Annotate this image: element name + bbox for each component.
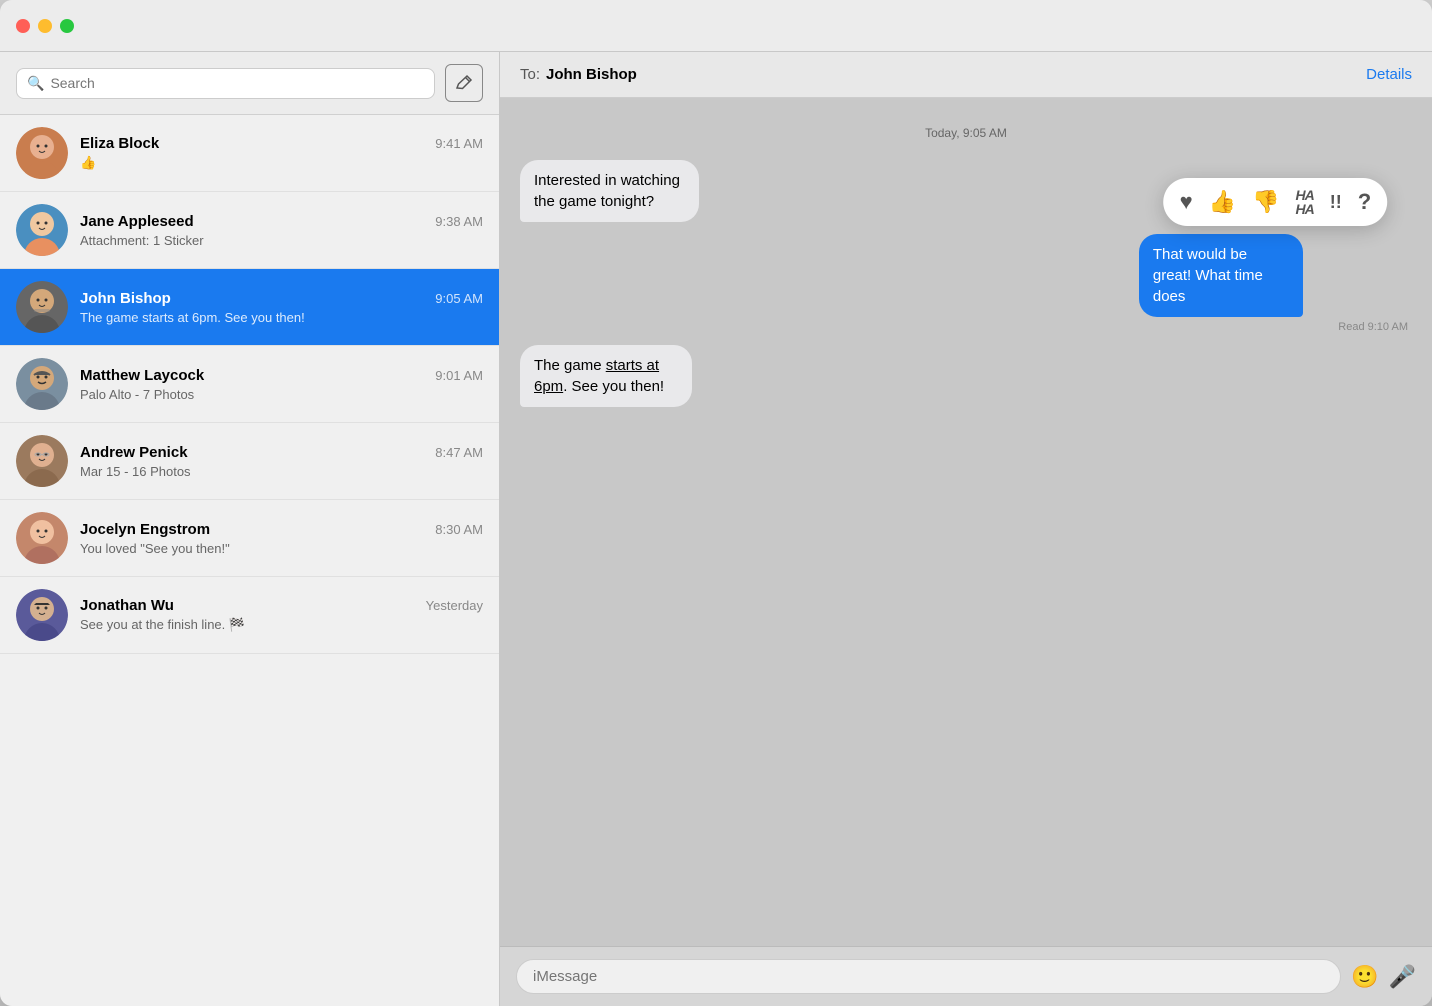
conversation-time: 9:38 AM <box>435 214 483 229</box>
chat-messages: Today, 9:05 AM Interested in watching the… <box>500 98 1432 946</box>
bubble-wrapper: The game starts at 6pm. See you then! <box>520 345 807 407</box>
conversation-preview: See you at the finish line. 🏁 <box>80 617 483 633</box>
chat-input-area: 🙂 🎤 <box>500 946 1432 1006</box>
conversation-preview: Attachment: 1 Sticker <box>80 233 483 248</box>
avatar-john-bishop <box>16 281 68 333</box>
conversation-item-eliza-block[interactable]: Eliza Block 9:41 AM 👍 <box>0 115 499 192</box>
conversation-info-eliza-block: Eliza Block 9:41 AM 👍 <box>80 135 483 171</box>
compose-icon <box>455 74 473 92</box>
microphone-icon[interactable]: 🎤 <box>1389 964 1416 990</box>
recipient-name: John Bishop <box>546 66 637 83</box>
bubble-wrapper: Interested in watching the game tonight? <box>520 160 818 222</box>
conversation-info-john-bishop: John Bishop 9:05 AM The game starts at 6… <box>80 290 483 325</box>
tapback-thumbs-down[interactable]: 👎 <box>1252 189 1279 215</box>
tapback-exclaim[interactable]: !! <box>1330 192 1342 213</box>
avatar-jocelyn-engstrom <box>16 512 68 564</box>
message-bubble-msg2[interactable]: That would be great! What time does <box>1139 234 1303 317</box>
tapback-heart[interactable]: ♥ <box>1180 189 1193 215</box>
avatar-eliza-block <box>16 127 68 179</box>
message-bubble-msg3[interactable]: The game starts at 6pm. See you then! <box>520 345 692 407</box>
tapback-question[interactable]: ? <box>1358 189 1371 215</box>
avatar-matthew-laycock <box>16 358 68 410</box>
conversation-top: John Bishop 9:05 AM <box>80 290 483 307</box>
search-icon: 🔍 <box>27 75 44 92</box>
conversation-top: Jane Appleseed 9:38 AM <box>80 213 483 230</box>
chat-area: To: John Bishop Details Today, 9:05 AM In… <box>500 52 1432 1006</box>
sidebar-header: 🔍 <box>0 52 499 115</box>
conversation-item-andrew-penick[interactable]: Andrew Penick 8:47 AM Mar 15 - 16 Photos <box>0 423 499 500</box>
message-bubble-msg1[interactable]: Interested in watching the game tonight? <box>520 160 699 222</box>
close-button[interactable] <box>16 19 30 33</box>
conversation-top: Eliza Block 9:41 AM <box>80 135 483 152</box>
conversation-time: 9:01 AM <box>435 368 483 383</box>
conversation-info-matthew-laycock: Matthew Laycock 9:01 AM Palo Alto - 7 Ph… <box>80 367 483 402</box>
conversation-list: Eliza Block 9:41 AM 👍 Jane Appleseed 9:3… <box>0 115 499 1006</box>
chat-header: To: John Bishop Details <box>500 52 1432 98</box>
conversation-top: Jocelyn Engstrom 8:30 AM <box>80 521 483 538</box>
avatar-andrew-penick <box>16 435 68 487</box>
tapback-popup: ♥ 👍 👎 HAHA!!? <box>1164 178 1388 226</box>
conversation-top: Jonathan Wu Yesterday <box>80 597 483 614</box>
conversation-info-jane-appleseed: Jane Appleseed 9:38 AM Attachment: 1 Sti… <box>80 213 483 248</box>
message-status-msg2: Read 9:10 AM <box>1338 321 1408 333</box>
conversation-item-john-bishop[interactable]: John Bishop 9:05 AM The game starts at 6… <box>0 269 499 346</box>
avatar-jonathan-wu <box>16 589 68 641</box>
conversation-info-jocelyn-engstrom: Jocelyn Engstrom 8:30 AM You loved "See … <box>80 521 483 556</box>
tapback-thumbs-up[interactable]: 👍 <box>1209 189 1236 215</box>
minimize-button[interactable] <box>38 19 52 33</box>
conversation-preview: Palo Alto - 7 Photos <box>80 387 483 402</box>
maximize-button[interactable] <box>60 19 74 33</box>
conversation-name: John Bishop <box>80 290 171 307</box>
message-row-msg2: ♥👍👎HAHA!!?That would be great! What time… <box>520 234 1412 333</box>
conversation-info-andrew-penick: Andrew Penick 8:47 AM Mar 15 - 16 Photos <box>80 444 483 479</box>
conversation-time: 8:30 AM <box>435 522 483 537</box>
sidebar: 🔍 Eliza Bloc <box>0 52 500 1006</box>
conversation-name: Andrew Penick <box>80 444 188 461</box>
conversation-time: Yesterday <box>426 598 483 613</box>
conversation-preview: You loved "See you then!" <box>80 541 483 556</box>
conversation-item-jonathan-wu[interactable]: Jonathan Wu Yesterday See you at the fin… <box>0 577 499 654</box>
conversation-name: Jane Appleseed <box>80 213 194 230</box>
conversation-item-jane-appleseed[interactable]: Jane Appleseed 9:38 AM Attachment: 1 Sti… <box>0 192 499 269</box>
conversation-item-jocelyn-engstrom[interactable]: Jocelyn Engstrom 8:30 AM You loved "See … <box>0 500 499 577</box>
conversation-time: 9:05 AM <box>435 291 483 306</box>
conversation-time: 9:41 AM <box>435 136 483 151</box>
conversation-preview: The game starts at 6pm. See you then! <box>80 310 483 325</box>
chat-recipient: To: John Bishop <box>520 66 637 83</box>
conversation-item-matthew-laycock[interactable]: Matthew Laycock 9:01 AM Palo Alto - 7 Ph… <box>0 346 499 423</box>
date-divider: Today, 9:05 AM <box>520 126 1412 140</box>
messages-window: 🔍 Eliza Bloc <box>0 0 1432 1006</box>
conversation-time: 8:47 AM <box>435 445 483 460</box>
conversation-top: Matthew Laycock 9:01 AM <box>80 367 483 384</box>
conversation-preview: 👍 <box>80 155 483 171</box>
avatar-jane-appleseed <box>16 204 68 256</box>
conversation-info-jonathan-wu: Jonathan Wu Yesterday See you at the fin… <box>80 597 483 633</box>
details-link[interactable]: Details <box>1366 66 1412 83</box>
search-bar[interactable]: 🔍 <box>16 68 435 99</box>
conversation-preview: Mar 15 - 16 Photos <box>80 464 483 479</box>
main-content: 🔍 Eliza Bloc <box>0 52 1432 1006</box>
compose-button[interactable] <box>445 64 483 102</box>
conversation-name: Jocelyn Engstrom <box>80 521 210 538</box>
emoji-icon[interactable]: 🙂 <box>1351 964 1378 990</box>
conversation-name: Matthew Laycock <box>80 367 204 384</box>
search-input[interactable] <box>50 75 424 91</box>
title-bar <box>0 0 1432 52</box>
message-row-msg3: The game starts at 6pm. See you then! <box>520 345 1412 407</box>
bubble-wrapper: ♥👍👎HAHA!!?That would be great! What time… <box>1139 234 1412 317</box>
window-controls <box>16 19 74 33</box>
to-label: To: <box>520 66 540 83</box>
conversation-name: Jonathan Wu <box>80 597 174 614</box>
message-input[interactable] <box>516 959 1341 994</box>
conversation-name: Eliza Block <box>80 135 159 152</box>
tapback-haha[interactable]: HAHA <box>1296 188 1314 216</box>
conversation-top: Andrew Penick 8:47 AM <box>80 444 483 461</box>
